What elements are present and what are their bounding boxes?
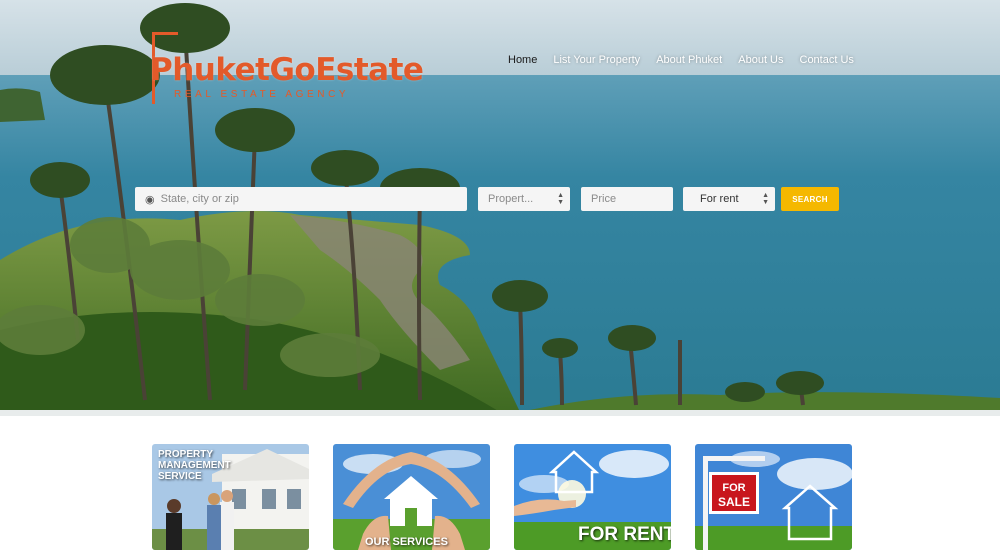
page: PhuketGoEstate REAL ESTATE AGENCY Home L… <box>0 0 1000 552</box>
select-arrows-icon: ▲ ▼ <box>762 192 769 206</box>
nav-item-list-your-property[interactable]: List Your Property <box>545 54 648 66</box>
location-placeholder: State, city or zip <box>160 193 239 205</box>
for-rent-label: FOR RENT <box>578 524 671 545</box>
for-sale-card[interactable]: FOR SALE <box>695 444 852 550</box>
our-services-card[interactable]: OUR SERVICES <box>333 444 490 550</box>
select-arrows-icon: ▲ ▼ <box>557 192 564 206</box>
property-type-value: Propert... <box>488 193 534 205</box>
brand-name: PhuketGoEstate <box>150 52 424 88</box>
main-navigation: Home List Your Property About Phuket Abo… <box>500 54 862 66</box>
service-cards: PROPERTY MANAGEMENT SERVICE OUR SERVICES <box>152 444 852 552</box>
our-services-label: OUR SERVICES <box>365 536 448 548</box>
hero-divider <box>0 410 1000 416</box>
nav-item-about-phuket[interactable]: About Phuket <box>648 54 730 66</box>
map-pin-icon: ◉ <box>145 193 155 206</box>
our-services-image <box>333 444 490 550</box>
sign-text-for: FOR <box>722 482 745 494</box>
sign-text-sale: SALE <box>718 495 750 509</box>
nav-item-about-us[interactable]: About Us <box>730 54 791 66</box>
listing-type-select[interactable]: For rent ▲ ▼ <box>683 187 775 211</box>
property-management-label: PROPERTY MANAGEMENT SERVICE <box>158 449 231 482</box>
price-input[interactable]: Price <box>581 187 673 211</box>
property-management-card[interactable]: PROPERTY MANAGEMENT SERVICE <box>152 444 309 550</box>
brand-tagline: REAL ESTATE AGENCY <box>174 89 350 100</box>
nav-item-home[interactable]: Home <box>500 54 545 66</box>
price-placeholder: Price <box>591 193 617 205</box>
listing-type-value: For rent <box>700 193 739 205</box>
for-sale-image: FOR SALE <box>695 444 852 550</box>
property-type-select[interactable]: Propert... ▲ ▼ <box>478 187 570 211</box>
search-button[interactable]: SEARCH <box>781 187 839 211</box>
location-search-input[interactable]: ◉ State, city or zip <box>135 187 467 211</box>
brand-logo[interactable]: PhuketGoEstate REAL ESTATE AGENCY <box>150 30 424 110</box>
nav-item-contact-us[interactable]: Contact Us <box>792 54 862 66</box>
for-rent-card[interactable]: FOR RENT <box>514 444 671 550</box>
